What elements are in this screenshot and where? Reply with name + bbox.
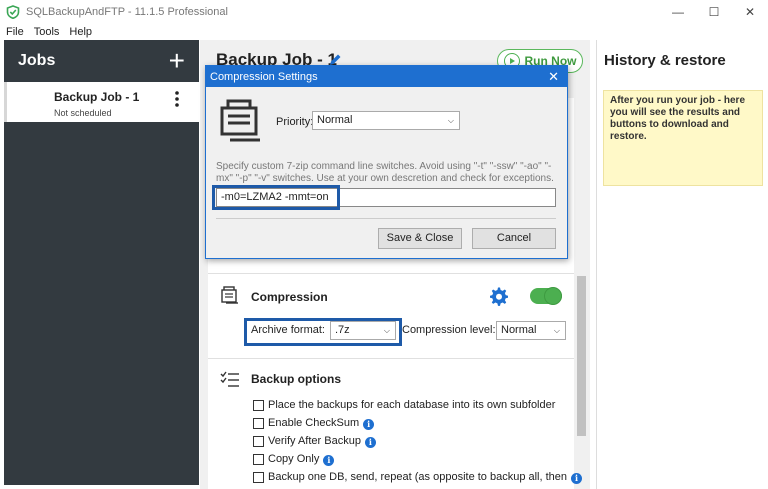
backup-one-db-option-label: Backup one DB, send, repeat (as opposite… xyxy=(268,471,583,484)
priority-value: Normal xyxy=(317,114,353,126)
compression-icon xyxy=(221,286,238,304)
job-list-item[interactable]: Backup Job - 1 Not scheduled xyxy=(4,82,199,122)
save-close-button[interactable]: Save & Close xyxy=(378,228,462,249)
verify-option-label: Verify After Backup i xyxy=(268,435,376,448)
job-name: Backup Job - 1 xyxy=(54,90,140,104)
archive-format-select[interactable]: .7z ⌵ xyxy=(330,321,396,340)
subfolder-option-label: Place the backups for each database into… xyxy=(268,399,556,411)
chevron-down-icon: ⌵ xyxy=(447,116,454,125)
subfolder-checkbox[interactable] xyxy=(253,400,264,411)
info-icon[interactable]: i xyxy=(571,473,583,484)
copy-only-checkbox[interactable] xyxy=(253,454,264,465)
menu-help[interactable]: Help xyxy=(69,26,92,38)
toggle-knob xyxy=(544,287,562,305)
checklist-icon xyxy=(220,371,239,387)
info-icon[interactable]: i xyxy=(363,419,375,430)
section-divider xyxy=(208,358,574,359)
vertical-scrollbar[interactable] xyxy=(574,98,588,489)
add-job-button[interactable]: + xyxy=(169,47,185,75)
archive-format-label: Archive format: xyxy=(251,324,325,336)
dialog-close-button[interactable]: ✕ xyxy=(548,69,559,85)
dialog-divider xyxy=(216,218,556,219)
window-title: SQLBackupAndFTP - 11.1.5 Professional xyxy=(26,6,228,18)
scrollbar-thumb[interactable] xyxy=(577,276,586,436)
close-window-button[interactable]: ✕ xyxy=(732,0,768,24)
menu-tools[interactable]: Tools xyxy=(34,26,60,38)
dialog-title: Compression Settings xyxy=(210,70,318,83)
history-panel: History & restore After you run your job… xyxy=(596,40,768,489)
cancel-button[interactable]: Cancel xyxy=(472,228,556,249)
job-schedule-status: Not scheduled xyxy=(54,108,112,118)
app-logo-icon xyxy=(6,5,20,19)
history-note: After you run your job - here you will s… xyxy=(603,90,763,186)
compression-level-label: Compression level: xyxy=(402,324,496,336)
jobs-sidebar: Jobs + Backup Job - 1 Not scheduled xyxy=(4,40,199,485)
info-icon[interactable]: i xyxy=(364,437,376,448)
dialog-title-bar: Compression Settings ✕ xyxy=(206,66,567,87)
priority-select[interactable]: Normal ⌵ xyxy=(312,111,460,130)
compression-toggle[interactable] xyxy=(530,287,562,305)
gear-icon[interactable] xyxy=(489,287,509,307)
compression-level-select[interactable]: Normal ⌵ xyxy=(496,321,566,340)
backup-one-db-checkbox[interactable] xyxy=(253,472,264,483)
chevron-down-icon: ⌵ xyxy=(383,326,390,335)
verify-checkbox[interactable] xyxy=(253,436,264,447)
switches-description: Specify custom 7-zip command line switch… xyxy=(216,161,554,184)
compression-title: Compression xyxy=(251,290,328,304)
minimize-button[interactable]: — xyxy=(660,0,696,24)
section-divider xyxy=(208,273,574,274)
chevron-down-icon: ⌵ xyxy=(553,326,560,335)
backup-options-title: Backup options xyxy=(251,372,342,386)
maximize-button[interactable]: ☐ xyxy=(696,0,732,24)
checksum-checkbox[interactable] xyxy=(253,418,264,429)
archive-tray-icon xyxy=(220,99,260,142)
title-bar: SQLBackupAndFTP - 11.1.5 Professional — … xyxy=(0,0,768,24)
switches-highlight xyxy=(212,185,340,210)
checksum-option-label: Enable CheckSum i xyxy=(268,417,375,430)
jobs-header: Jobs + xyxy=(4,40,199,82)
compression-settings-dialog: Compression Settings ✕ Priority: Normal … xyxy=(205,65,568,259)
copy-only-option-label: Copy Only i xyxy=(268,453,335,466)
menu-file[interactable]: File xyxy=(6,26,24,38)
jobs-title: Jobs xyxy=(18,52,56,69)
info-icon[interactable]: i xyxy=(323,455,335,466)
history-title: History & restore xyxy=(604,52,726,69)
priority-label: Priority: xyxy=(276,116,314,128)
menu-bar: File Tools Help xyxy=(0,24,768,40)
compression-level-value: Normal xyxy=(501,324,537,336)
archive-format-value: .7z xyxy=(335,324,350,336)
kebab-menu-icon[interactable] xyxy=(175,91,179,107)
